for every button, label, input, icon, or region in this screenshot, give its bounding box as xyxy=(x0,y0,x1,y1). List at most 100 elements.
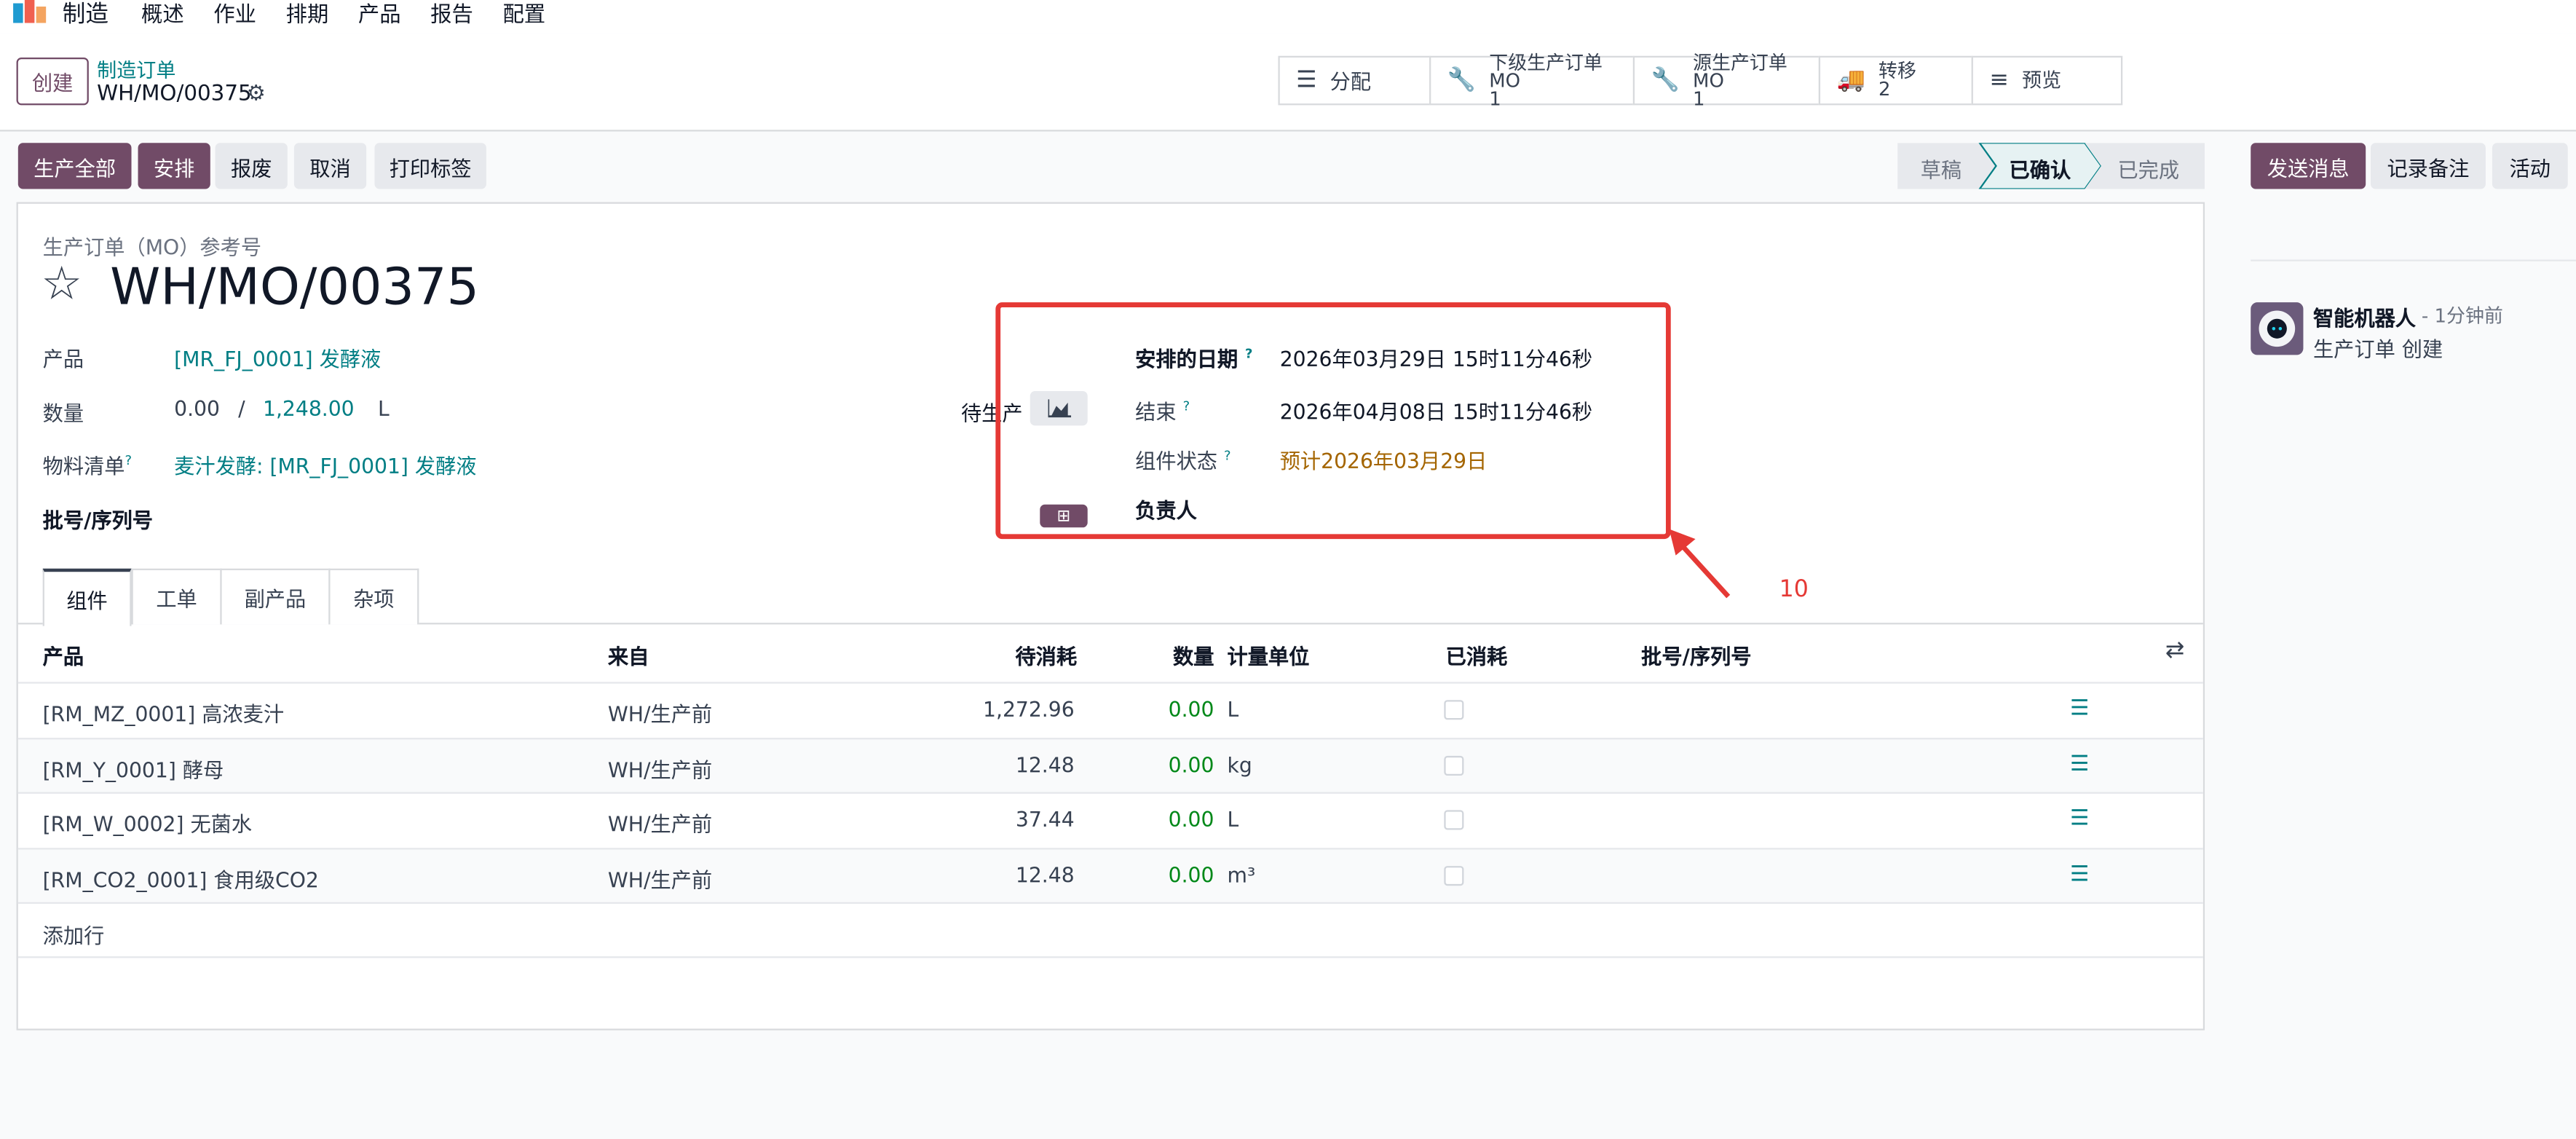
message-time: - 1分钟前 xyxy=(2421,304,2503,328)
add-line-row: 添加行 xyxy=(17,902,2203,958)
app-name[interactable]: 制造 xyxy=(63,0,108,30)
status-confirmed[interactable]: 已确认 xyxy=(2010,153,2071,184)
column-header-lot[interactable]: 批号/序列号 xyxy=(1641,639,1751,671)
wrench-icon: 🔧 xyxy=(1651,67,1680,94)
tab-misc[interactable]: 杂项 xyxy=(328,568,419,625)
quantity-separator: / xyxy=(238,395,245,421)
truck-icon: 🚚 xyxy=(1836,67,1865,94)
nav-reporting[interactable]: 报告 xyxy=(430,0,473,28)
column-header-quantity[interactable]: 数量 xyxy=(1173,639,1214,671)
row-product: [RM_Y_0001] 酵母 xyxy=(42,757,224,783)
breadcrumb-current: WH/MO/00375 xyxy=(97,82,252,107)
status-draft[interactable]: 草稿 xyxy=(1921,153,1961,184)
annotation-arrow xyxy=(1669,529,1731,599)
row-consumed-checkbox[interactable] xyxy=(1444,810,1464,830)
row-to-consume: 1,272.96 xyxy=(983,696,1075,722)
row-quantity[interactable]: 0.00 xyxy=(1169,863,1214,888)
breadcrumb-link[interactable]: 制造订单 xyxy=(97,56,175,84)
row-from: WH/生产前 xyxy=(607,867,713,893)
bom-field[interactable]: 麦汁发酵: [MR_FJ_0001] 发酵液 xyxy=(174,449,476,480)
cancel-button[interactable]: 取消 xyxy=(293,143,367,189)
row-consumed-checkbox[interactable] xyxy=(1444,866,1464,886)
row-uom: m³ xyxy=(1227,862,1256,888)
send-message-button[interactable]: 发送消息 xyxy=(2251,143,2366,189)
status-done[interactable]: 已完成 xyxy=(2117,153,2179,184)
nav-operations[interactable]: 作业 xyxy=(213,0,256,28)
activity-button[interactable]: 活动 xyxy=(2492,143,2568,189)
schedule-button[interactable]: 安排 xyxy=(138,143,210,189)
row-from: WH/生产前 xyxy=(607,701,713,727)
create-button[interactable]: 创建 xyxy=(16,57,89,106)
gear-icon[interactable]: ⚙ xyxy=(246,82,265,107)
row-uom: L xyxy=(1227,696,1239,722)
table-row[interactable]: [RM_W_0002] 无菌水 WH/生产前 37.44 0.00 L ☰ xyxy=(17,792,2203,848)
add-line-link[interactable]: 添加行 xyxy=(43,918,105,950)
quantity-label: 数量 xyxy=(42,401,84,426)
lot-label: 批号/序列号 xyxy=(42,508,154,533)
column-header-product[interactable]: 产品 xyxy=(43,639,84,671)
row-to-consume: 37.44 xyxy=(1015,806,1075,832)
scrap-button[interactable]: 报废 xyxy=(215,143,288,189)
row-product: [RM_MZ_0001] 高浓麦汁 xyxy=(42,701,285,727)
row-consumed-checkbox[interactable] xyxy=(1444,700,1464,720)
row-to-consume: 12.48 xyxy=(1015,752,1075,778)
app-logo-icon[interactable] xyxy=(13,0,50,23)
nav-products[interactable]: 产品 xyxy=(358,0,401,28)
message-body: 生产订单 创建 xyxy=(2312,336,2443,362)
row-quantity[interactable]: 0.00 xyxy=(1169,697,1214,722)
menu-icon: ≡ xyxy=(1989,67,2009,94)
table-row[interactable]: [RM_Y_0001] 酵母 WH/生产前 12.48 0.00 kg ☰ xyxy=(17,738,2203,794)
quantity-total-field[interactable]: 1,248.00 xyxy=(263,396,355,421)
detail-list-icon[interactable]: ☰ xyxy=(2070,807,2089,832)
avatar[interactable] xyxy=(2251,302,2304,355)
status-bar: 草稿 已确认 已完成 xyxy=(1897,143,2205,189)
quantity-done: 0.00 xyxy=(174,395,221,421)
smart-button-preview[interactable]: ≡ 预览 xyxy=(1971,55,2123,106)
nav-planning[interactable]: 排期 xyxy=(286,0,329,28)
column-header-uom[interactable]: 计量单位 xyxy=(1228,639,1310,671)
column-header-consumed[interactable]: 已消耗 xyxy=(1446,639,1508,671)
row-quantity[interactable]: 0.00 xyxy=(1169,752,1214,777)
tab-byproducts[interactable]: 副产品 xyxy=(220,568,331,625)
optional-columns-icon[interactable]: ⇄ xyxy=(2165,637,2184,663)
smart-button-allocation[interactable]: ☰ 分配 xyxy=(1278,55,1431,106)
smart-button-source-mo[interactable]: 🔧 源生产订单 MO 1 xyxy=(1632,52,1821,107)
record-title: WH/MO/00375 xyxy=(110,258,480,318)
row-uom: kg xyxy=(1227,752,1252,778)
smart-button-transfers[interactable]: 🚚 转移 2 xyxy=(1818,55,1973,106)
product-field[interactable]: [MR_FJ_0001] 发酵液 xyxy=(174,342,381,373)
detail-list-icon[interactable]: ☰ xyxy=(2070,697,2089,722)
print-labels-button[interactable]: 打印标签 xyxy=(374,143,486,189)
detail-list-icon[interactable]: ☰ xyxy=(2070,752,2089,777)
column-header-from[interactable]: 来自 xyxy=(608,639,649,671)
log-note-button[interactable]: 记录备注 xyxy=(2370,143,2486,189)
nav-overview[interactable]: 概述 xyxy=(141,0,184,28)
detail-list-icon[interactable]: ☰ xyxy=(2070,863,2089,888)
wrench-icon: 🔧 xyxy=(1447,67,1477,94)
product-label: 产品 xyxy=(42,347,84,371)
table-row[interactable]: [RM_CO2_0001] 食用级CO2 WH/生产前 12.48 0.00 m… xyxy=(17,848,2203,904)
row-quantity[interactable]: 0.00 xyxy=(1169,807,1214,832)
nav-configuration[interactable]: 配置 xyxy=(502,0,545,28)
star-icon[interactable]: ☆ xyxy=(41,256,82,312)
tab-components[interactable]: 组件 xyxy=(42,568,132,626)
produce-all-button[interactable]: 生产全部 xyxy=(17,143,132,189)
tab-workorders[interactable]: 工单 xyxy=(131,568,222,625)
table-row[interactable]: [RM_MZ_0001] 高浓麦汁 WH/生产前 1,272.96 0.00 L… xyxy=(17,682,2203,738)
row-to-consume: 12.48 xyxy=(1015,862,1075,888)
column-header-to-consume[interactable]: 待消耗 xyxy=(1015,639,1077,671)
annotation-number: 10 xyxy=(1779,576,1809,604)
row-from: WH/生产前 xyxy=(607,757,713,783)
annotation-box xyxy=(995,302,1671,540)
chatter-divider xyxy=(2251,259,2576,261)
top-navbar: 制造 概述 作业 排期 产品 报告 配置 xyxy=(0,0,2576,34)
row-product: [RM_W_0002] 无菌水 xyxy=(42,811,253,837)
row-uom: L xyxy=(1227,806,1239,832)
message-author[interactable]: 智能机器人 xyxy=(2313,301,2416,332)
row-from: WH/生产前 xyxy=(607,811,713,837)
bom-label: 物料清单? xyxy=(42,453,133,478)
smart-button-child-mo[interactable]: 🔧 下级生产订单 MO 1 xyxy=(1429,52,1635,107)
row-consumed-checkbox[interactable] xyxy=(1444,755,1464,776)
quantity-uom: L xyxy=(377,395,390,421)
row-product: [RM_CO2_0001] 食用级CO2 xyxy=(42,867,319,893)
